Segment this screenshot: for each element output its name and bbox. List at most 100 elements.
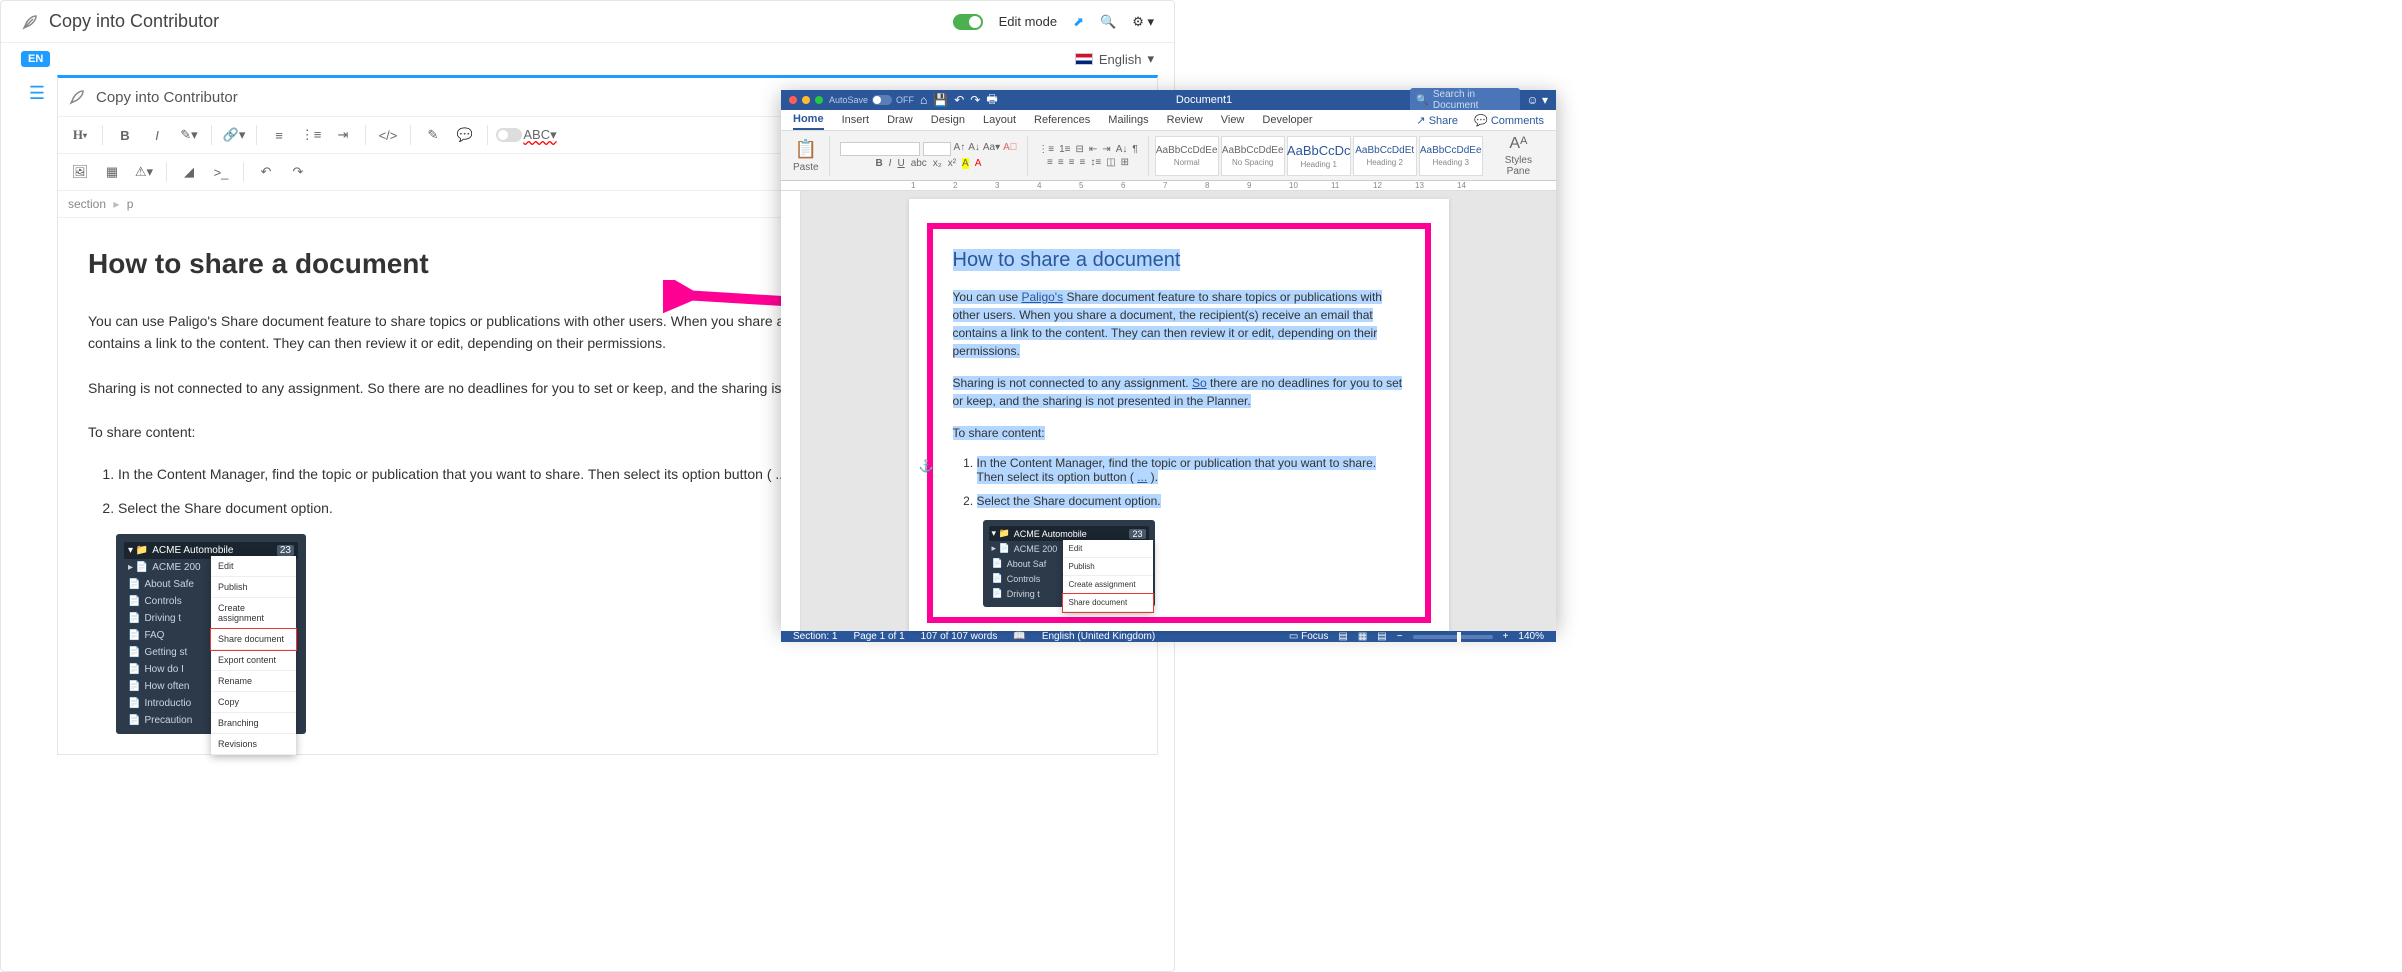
language-selector[interactable]: English ▾	[1075, 51, 1154, 67]
multilevel-icon[interactable]: ⊟	[1076, 144, 1084, 155]
breadcrumb-section[interactable]: section	[68, 197, 106, 211]
tab-review[interactable]: Review	[1167, 111, 1203, 129]
bullets-icon[interactable]: ⋮≡	[1038, 144, 1054, 155]
tab-view[interactable]: View	[1221, 111, 1245, 129]
tab-developer[interactable]: Developer	[1262, 111, 1312, 129]
status-page[interactable]: Page 1 of 1	[853, 631, 904, 642]
font-family-select[interactable]	[840, 142, 920, 156]
word-search-input[interactable]: 🔍Search in Document	[1410, 88, 1520, 112]
edit-mode-toggle[interactable]	[953, 14, 983, 30]
tab-insert[interactable]: Insert	[842, 111, 870, 129]
status-language[interactable]: English (United Kingdom)	[1042, 631, 1155, 642]
shading-icon[interactable]: ◫	[1106, 157, 1115, 168]
word-para-3: To share content:	[953, 424, 1405, 442]
styles-pane-button[interactable]: AᴬStyles Pane	[1489, 135, 1548, 177]
feedback-icon[interactable]: ☺ ▾	[1526, 93, 1548, 107]
heading-dropdown[interactable]: H▾	[66, 123, 94, 147]
pointer-icon[interactable]: ⬈	[1073, 14, 1084, 30]
status-section[interactable]: Section: 1	[793, 631, 837, 642]
edit-button[interactable]: ✎	[419, 123, 447, 147]
undo-icon[interactable]: ↶	[954, 93, 964, 107]
focus-mode[interactable]: ▭ Focus	[1289, 631, 1328, 642]
tab-design[interactable]: Design	[931, 111, 965, 129]
status-words[interactable]: 107 of 107 words	[921, 631, 998, 642]
styles-gallery[interactable]: AaBbCcDdEeNormal AaBbCcDdEeNo Spacing Aa…	[1155, 136, 1483, 176]
tab-home[interactable]: Home	[793, 110, 824, 130]
print-icon[interactable]: 🖶	[986, 90, 997, 111]
underline-button[interactable]: U	[897, 158, 904, 169]
redo-icon[interactable]: ↷	[970, 93, 980, 107]
grow-font-icon[interactable]: A↑	[954, 142, 966, 156]
bold-button[interactable]: B	[875, 158, 882, 169]
outdent-icon[interactable]: ⇤	[1089, 144, 1097, 155]
breadcrumb-p[interactable]: p	[127, 197, 134, 211]
unordered-list-button[interactable]: ⋮≡	[297, 123, 325, 147]
font-color-button[interactable]: A	[975, 158, 982, 169]
search-icon[interactable]: 🔍	[1100, 14, 1116, 30]
sup-button[interactable]: x²	[948, 158, 956, 169]
view-print-icon[interactable]: ▤	[1338, 631, 1347, 642]
numbering-icon[interactable]: 1≡	[1059, 144, 1070, 155]
view-outline-icon[interactable]: ▤	[1377, 631, 1386, 642]
home-icon[interactable]: ⌂	[920, 93, 927, 107]
word-status-bar: Section: 1 Page 1 of 1 107 of 107 words …	[781, 631, 1556, 642]
spacing-icon[interactable]: ↕≡	[1090, 157, 1101, 168]
highlight-button[interactable]: ✎▾	[175, 123, 203, 147]
code-button[interactable]: </>	[374, 123, 402, 147]
link-button[interactable]: 🔗▾	[220, 123, 248, 147]
comments-button[interactable]: 💬 Comments	[1474, 114, 1544, 127]
track-changes-toggle[interactable]	[496, 128, 522, 142]
highlight-button[interactable]: A	[962, 158, 969, 169]
paste-button[interactable]: 📋Paste	[789, 139, 823, 173]
align-center-icon[interactable]: ≡	[1058, 157, 1064, 168]
indent-icon[interactable]: ⇥	[1102, 144, 1110, 155]
autosave-toggle[interactable]: AutoSave OFF	[829, 95, 914, 105]
align-left-icon[interactable]: ≡	[1047, 157, 1053, 168]
indent-button[interactable]: ⇥	[329, 123, 357, 147]
justify-icon[interactable]: ≡	[1080, 157, 1086, 168]
strike-button[interactable]: abc	[911, 158, 927, 169]
borders-icon[interactable]: ⊞	[1121, 157, 1129, 168]
share-button[interactable]: ↗ Share	[1416, 114, 1458, 127]
align-right-icon[interactable]: ≡	[1069, 157, 1075, 168]
vertical-ruler[interactable]	[781, 191, 801, 631]
sub-button[interactable]: x₂	[933, 158, 942, 169]
feather-icon	[68, 88, 86, 106]
tab-layout[interactable]: Layout	[983, 111, 1016, 129]
change-case-icon[interactable]: Aa▾	[983, 142, 1000, 156]
spellcheck-button[interactable]: ABC▾	[526, 123, 554, 147]
zoom-in[interactable]: +	[1503, 631, 1509, 642]
zoom-slider[interactable]	[1413, 635, 1493, 639]
italic-button[interactable]: I	[889, 158, 892, 169]
view-web-icon[interactable]: ▦	[1358, 631, 1367, 642]
shrink-font-icon[interactable]: A↓	[968, 142, 980, 156]
gear-icon[interactable]: ⚙ ▾	[1132, 14, 1154, 30]
status-spell-icon[interactable]: 📖	[1013, 631, 1025, 642]
tab-draw[interactable]: Draw	[887, 111, 913, 129]
save-icon[interactable]: 💾	[933, 93, 948, 107]
zoom-level[interactable]: 140%	[1518, 631, 1544, 642]
mac-window-controls[interactable]	[789, 96, 823, 104]
tab-mailings[interactable]: Mailings	[1108, 111, 1148, 129]
italic-button[interactable]: I	[143, 123, 171, 147]
clear-format-icon[interactable]: A⃠	[1003, 142, 1017, 156]
sidebar-toggle[interactable]: ☰	[17, 75, 57, 755]
language-badge[interactable]: EN	[21, 51, 50, 67]
font-size-select[interactable]	[923, 142, 951, 156]
comment-button[interactable]: 💬	[451, 123, 479, 147]
ruler[interactable]: 1234567891011121314	[781, 181, 1556, 191]
redo-button[interactable]: ↷	[284, 160, 312, 184]
ordered-list-button[interactable]: ≡	[265, 123, 293, 147]
sort-icon[interactable]: A↓	[1116, 144, 1128, 155]
table-button[interactable]: ▦	[98, 160, 126, 184]
warning-button[interactable]: ⚠▾	[130, 160, 158, 184]
undo-button[interactable]: ↶	[252, 160, 280, 184]
image-button[interactable]: 🖼	[66, 160, 94, 184]
terminal-button[interactable]: >_	[207, 160, 235, 184]
bold-button[interactable]: B	[111, 123, 139, 147]
word-document-area[interactable]: ⚓ How to share a document You can use Pa…	[781, 191, 1556, 631]
tab-references[interactable]: References	[1034, 111, 1090, 129]
zoom-out[interactable]: −	[1397, 631, 1403, 642]
eraser-button[interactable]: ◢	[175, 160, 203, 184]
pilcrow-icon[interactable]: ¶	[1132, 144, 1137, 155]
